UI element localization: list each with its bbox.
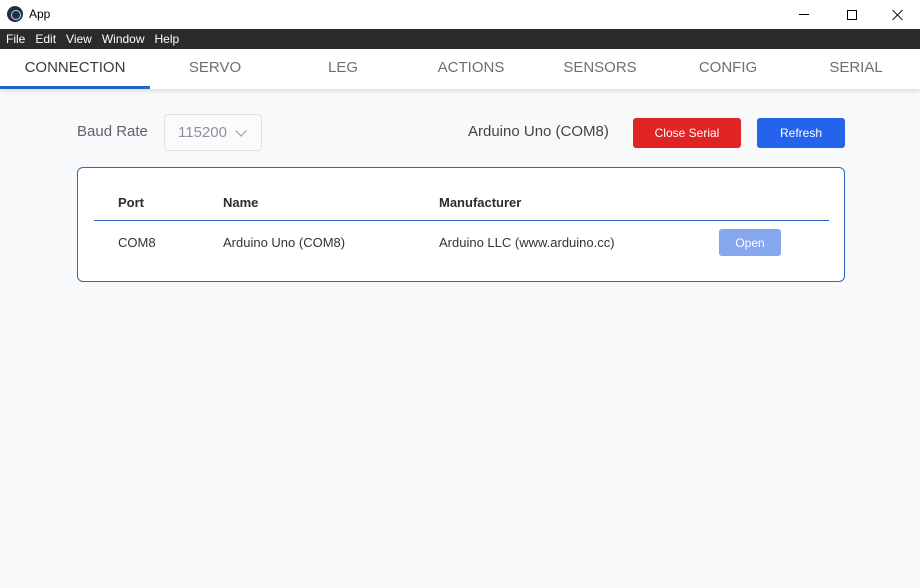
close-window-button[interactable] [875, 0, 920, 29]
tab-bar: CONNECTION SERVO LEG ACTIONS SENSORS CON… [0, 49, 920, 89]
menu-window[interactable]: Window [102, 32, 145, 46]
baud-rate-value: 115200 [178, 124, 227, 141]
baud-rate-select[interactable]: 115200 [164, 114, 262, 151]
minimize-button[interactable] [781, 0, 827, 29]
refresh-button[interactable]: Refresh [757, 118, 845, 148]
baud-rate-label: Baud Rate [77, 123, 148, 140]
window-title: App [29, 7, 51, 21]
menu-view[interactable]: View [66, 32, 92, 46]
tab-connection[interactable]: CONNECTION [0, 49, 150, 89]
cell-manufacturer: Arduino LLC (www.arduino.cc) [439, 235, 615, 250]
tab-servo[interactable]: SERVO [150, 49, 280, 89]
maximize-icon [847, 9, 857, 20]
menu-bar: File Edit View Window Help [0, 29, 920, 49]
column-header-manufacturer: Manufacturer [439, 195, 522, 210]
table-header-divider [94, 220, 829, 221]
tab-leg[interactable]: LEG [280, 49, 406, 89]
menu-file[interactable]: File [6, 32, 25, 46]
maximize-button[interactable] [829, 0, 875, 29]
menu-edit[interactable]: Edit [35, 32, 56, 46]
close-serial-button[interactable]: Close Serial [633, 118, 741, 148]
cell-name: Arduino Uno (COM8) [223, 235, 346, 250]
minimize-icon [799, 14, 809, 15]
title-bar: App [0, 0, 920, 29]
tab-sensors[interactable]: SENSORS [536, 49, 664, 89]
chevron-down-icon [235, 125, 247, 137]
tab-config[interactable]: CONFIG [664, 49, 792, 89]
app-logo-icon [7, 6, 23, 22]
open-port-button[interactable]: Open [719, 229, 781, 256]
close-icon [892, 9, 904, 21]
ports-table: Port Name Manufacturer COM8 Arduino Uno … [77, 167, 845, 282]
tab-serial[interactable]: SERIAL [792, 49, 920, 89]
connected-device-label: Arduino Uno (COM8) [468, 123, 609, 140]
tab-actions[interactable]: ACTIONS [406, 49, 536, 89]
column-header-port: Port [118, 195, 144, 210]
cell-port: COM8 [118, 235, 156, 250]
column-header-name: Name [223, 195, 259, 210]
menu-help[interactable]: Help [155, 32, 180, 46]
